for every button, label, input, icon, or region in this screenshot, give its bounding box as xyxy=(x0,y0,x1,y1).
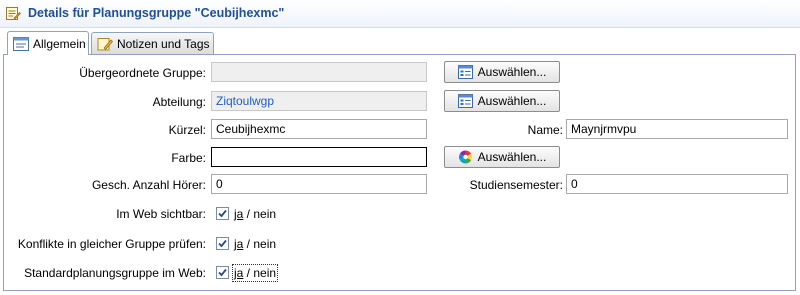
default-group-yes-no[interactable]: ja / nein xyxy=(231,264,279,282)
tab-allgemein[interactable]: Allgemein xyxy=(7,31,89,55)
conflicts-label: Konflikte in gleicher Gruppe prüfen: xyxy=(17,237,206,251)
name-label: Name: xyxy=(527,123,563,137)
no-option: nein xyxy=(253,237,277,251)
semesters-label: Studiensemester: xyxy=(469,178,563,192)
note-pencil-icon xyxy=(97,37,113,50)
yes-option: ja xyxy=(234,237,244,251)
checkmark-icon xyxy=(218,239,227,248)
tab-notizen-und-tags[interactable]: Notizen und Tags xyxy=(91,32,214,54)
short-name-label: Kürzel: xyxy=(168,123,206,137)
department-label: Abteilung: xyxy=(152,95,206,109)
short-name-input[interactable]: Ceubijhexmc xyxy=(211,119,427,139)
default-group-checkbox[interactable] xyxy=(216,266,229,279)
parent-group-label: Übergeordnete Gruppe: xyxy=(79,66,206,80)
department-field[interactable]: Ziqtoulwgp xyxy=(211,91,427,111)
button-label: Auswählen... xyxy=(477,94,547,108)
no-option: nein xyxy=(253,207,277,221)
allgemein-panel xyxy=(3,54,796,291)
web-visible-yes-no[interactable]: ja / nein xyxy=(234,207,276,221)
web-visible-checkbox[interactable] xyxy=(216,207,229,220)
yes-option: ja xyxy=(234,266,244,280)
no-option: nein xyxy=(253,266,277,280)
listeners-input[interactable]: 0 xyxy=(211,174,427,194)
checkmark-icon xyxy=(218,209,227,218)
default-group-label: Standardplanungsgruppe im Web: xyxy=(24,266,206,280)
parent-group-field xyxy=(211,62,427,82)
button-label: Auswählen... xyxy=(477,65,547,79)
tab-label: Notizen und Tags xyxy=(117,36,210,51)
semesters-input[interactable]: 0 xyxy=(566,174,788,194)
separator: / xyxy=(243,266,254,280)
edit-document-icon xyxy=(6,7,21,20)
color-label: Farbe: xyxy=(171,151,206,165)
button-label: Auswählen... xyxy=(477,150,547,164)
separator: / xyxy=(243,237,254,251)
conflicts-yes-no[interactable]: ja / nein xyxy=(234,237,276,251)
parent-group-select-button[interactable]: Auswählen... xyxy=(444,61,560,83)
page-title: Details für Planungsgruppe "Ceubijhexmc" xyxy=(28,6,285,20)
color-select-button[interactable]: Auswählen... xyxy=(444,146,560,168)
checkmark-icon xyxy=(218,268,227,277)
details-header: Details für Planungsgruppe "Ceubijhexmc" xyxy=(0,0,800,28)
department-select-button[interactable]: Auswählen... xyxy=(444,90,560,112)
list-select-icon xyxy=(457,65,473,79)
form-icon xyxy=(13,36,29,51)
tab-label: Allgemein xyxy=(33,36,86,51)
conflicts-checkbox[interactable] xyxy=(216,237,229,250)
separator: / xyxy=(243,207,254,221)
web-visible-label: Im Web sichtbar: xyxy=(116,207,206,221)
color-wheel-icon xyxy=(458,150,472,164)
color-field[interactable] xyxy=(211,147,427,167)
yes-option: ja xyxy=(234,207,244,221)
listeners-label: Gesch. Anzahl Hörer: xyxy=(91,178,206,192)
list-select-icon xyxy=(457,94,473,108)
name-input[interactable]: Maynjrmvpu xyxy=(566,119,788,139)
